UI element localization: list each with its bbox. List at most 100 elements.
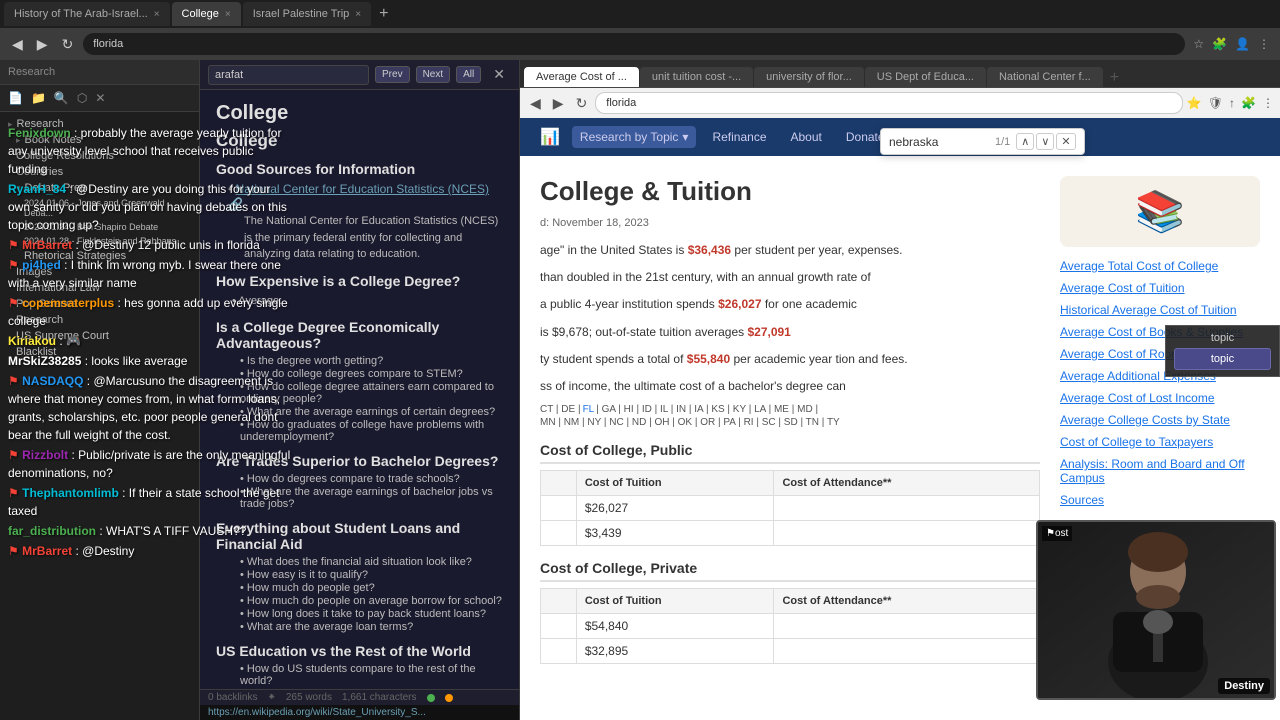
sidebar-link-8[interactable]: Average College Costs by State: [1060, 411, 1260, 429]
web-sidebar-nav: Average Total Cost of College Average Co…: [1060, 257, 1260, 509]
right-shield-icon[interactable]: 🛡: [1208, 96, 1223, 110]
middle-statusbar: 0 backlinks ⁕ 265 words 1,661 characters: [200, 689, 519, 705]
section-title-4: Are Trades Superior to Bachelor Degrees?: [216, 453, 503, 469]
right-bookmark-icon[interactable]: ⭐: [1187, 96, 1202, 110]
tree-images[interactable]: Images: [0, 264, 199, 280]
nces-link[interactable]: National Center for Education Statistics…: [228, 182, 489, 211]
search-next-button[interactable]: ∨: [1036, 133, 1054, 150]
sidebar-link-2[interactable]: Average Cost of Tuition: [1060, 279, 1260, 297]
tree-supreme-court[interactable]: US Supreme Court: [0, 328, 199, 344]
search-popup-input[interactable]: [889, 135, 989, 149]
search-icon[interactable]: 🔍: [52, 89, 71, 107]
tree-book-notes[interactable]: ▸Book Notes: [0, 132, 199, 148]
tree-research[interactable]: ▸Research: [0, 116, 199, 132]
note-subtitle: College: [216, 131, 503, 151]
close-panel-icon[interactable]: ✕: [93, 89, 107, 107]
middle-content: College College Good Sources for Informa…: [200, 90, 519, 689]
right-more-icon[interactable]: ⋮: [1262, 96, 1274, 110]
tree-blacklist[interactable]: Blacklist: [0, 344, 199, 360]
tree-debate-prep[interactable]: ▾Debate Prep: [0, 180, 199, 196]
middle-toolbar: Prev Next All ✕: [200, 60, 519, 90]
tab-close[interactable]: ×: [355, 9, 361, 20]
new-folder-icon[interactable]: 📁: [29, 89, 48, 107]
back-button[interactable]: ◀: [8, 34, 27, 55]
tab-history[interactable]: History of The Arab-Israel... ×: [4, 2, 170, 26]
right-reload-button[interactable]: ↻: [572, 93, 592, 114]
webcam-overlay: ⚑ost Destiny: [1036, 520, 1276, 700]
sub-3-4: • What are the average earnings of certa…: [240, 406, 503, 418]
tab-close[interactable]: ×: [225, 9, 231, 20]
next-button[interactable]: Next: [416, 66, 451, 83]
tree-countries[interactable]: Countries: [0, 164, 199, 180]
web-site-title: 📊: [540, 127, 560, 147]
right-back-button[interactable]: ◀: [526, 93, 545, 114]
new-tab-button[interactable]: +: [373, 5, 394, 23]
forward-button[interactable]: ▶: [33, 34, 52, 55]
search-prev-button[interactable]: ∧: [1016, 133, 1034, 150]
right-share-icon[interactable]: ↑: [1229, 96, 1235, 110]
all-button[interactable]: All: [456, 66, 481, 83]
sub-5-5: • How long does it take to pay back stud…: [240, 608, 503, 620]
webcam-cost-label: ⚑ost: [1042, 526, 1072, 541]
right-ext-icon[interactable]: 🧩: [1241, 96, 1256, 110]
right-tab-2[interactable]: unit tuition cost -...: [640, 67, 753, 87]
settings-icon[interactable]: ⋮: [1256, 35, 1272, 53]
public-attendance-2: [774, 521, 1040, 546]
tree-debate-2[interactable]: 2024.01.24 - Ben Shapiro Debate: [0, 220, 199, 234]
tree-intl-law[interactable]: International Law: [0, 280, 199, 296]
status-url: https://en.wikipedia.org/wiki/State_Univ…: [208, 707, 426, 718]
about-nav[interactable]: About: [783, 126, 830, 148]
tree-pop-science[interactable]: Pop Science: [0, 296, 199, 312]
priv-col-tuition: Cost of Tuition: [576, 589, 774, 614]
chevron-down-icon: ▾: [682, 130, 688, 144]
tab-close[interactable]: ×: [154, 9, 160, 20]
tab-israel[interactable]: Israel Palestine Trip ×: [243, 2, 371, 26]
tree-debate-1[interactable]: 2024.01.06 - Jones and Greenwald Deba...: [0, 196, 199, 220]
right-tab-5[interactable]: National Center f...: [987, 67, 1103, 87]
sub-5-6: • What are the average loan terms?: [240, 621, 503, 633]
web-para-4: is $9,678; out-of-state tuition averages…: [540, 323, 1040, 342]
public-tuition-1: $26,027: [576, 496, 774, 521]
right-browser-tabs: Average Cost of ... unit tuition cost -.…: [520, 60, 1280, 88]
tab-college[interactable]: College ×: [172, 2, 241, 26]
cost-highlight: $36,436: [688, 243, 731, 257]
right-tab-4[interactable]: US Dept of Educa...: [865, 67, 986, 87]
graph-icon[interactable]: ⬡: [75, 89, 89, 107]
sidebar-link-10[interactable]: Analysis: Room and Board and Off Campus: [1060, 455, 1260, 487]
prev-button[interactable]: Prev: [375, 66, 410, 83]
tree-rhetorical[interactable]: Rhetorical Strategies: [0, 248, 199, 264]
sidebar-link-9[interactable]: Cost of College to Taxpayers: [1060, 433, 1260, 451]
left-panel-header: Research: [0, 60, 199, 85]
right-tab-3[interactable]: university of flor...: [754, 67, 864, 87]
bookmark-icon[interactable]: ☆: [1191, 35, 1206, 53]
research-by-topic-btn[interactable]: Research by Topic ▾: [572, 126, 697, 148]
close-search-button[interactable]: ✕: [487, 64, 511, 85]
right-address-bar[interactable]: [595, 92, 1183, 114]
right-forward-button[interactable]: ▶: [549, 93, 568, 114]
address-bar[interactable]: [83, 33, 1185, 55]
private-cost-table: Cost of Tuition Cost of Attendance** $54…: [540, 588, 1040, 664]
sidebar-link-sources[interactable]: Sources: [1060, 491, 1260, 509]
refinance-nav[interactable]: Refinance: [704, 126, 774, 148]
sidebar-link-3[interactable]: Historical Average Cost of Tuition: [1060, 301, 1260, 319]
nav-bar: ◀ ▶ ↻ ☆ 🧩 👤 ⋮: [0, 28, 1280, 60]
tree-research2[interactable]: Research: [0, 312, 199, 328]
web-para-3: a public 4-year institution spends $26,0…: [540, 295, 1040, 314]
topic-button[interactable]: topic: [1174, 348, 1271, 370]
state-fl[interactable]: FL: [583, 404, 595, 415]
search-input[interactable]: [208, 65, 369, 85]
reload-button[interactable]: ↻: [58, 34, 78, 55]
row-label-2: [541, 521, 577, 546]
note-section-2: How Expensive is a College Degree? • Ave…: [216, 273, 503, 310]
extensions-icon[interactable]: 🧩: [1210, 35, 1229, 53]
sidebar-link-7[interactable]: Average Cost of Lost Income: [1060, 389, 1260, 407]
tree-college-res[interactable]: College Resolutions: [0, 148, 199, 164]
web-para-6: ss of income, the ultimate cost of a bac…: [540, 377, 1040, 396]
tree-debate-3[interactable]: 2024.01.28 - Finklestein and Rabbans: [0, 234, 199, 248]
right-new-tab[interactable]: +: [1104, 69, 1125, 87]
right-tab-1[interactable]: Average Cost of ...: [524, 67, 639, 87]
new-file-icon[interactable]: 📄: [6, 89, 25, 107]
profile-icon[interactable]: 👤: [1233, 35, 1252, 53]
search-close-button[interactable]: ✕: [1056, 133, 1075, 150]
sidebar-link-1[interactable]: Average Total Cost of College: [1060, 257, 1260, 275]
